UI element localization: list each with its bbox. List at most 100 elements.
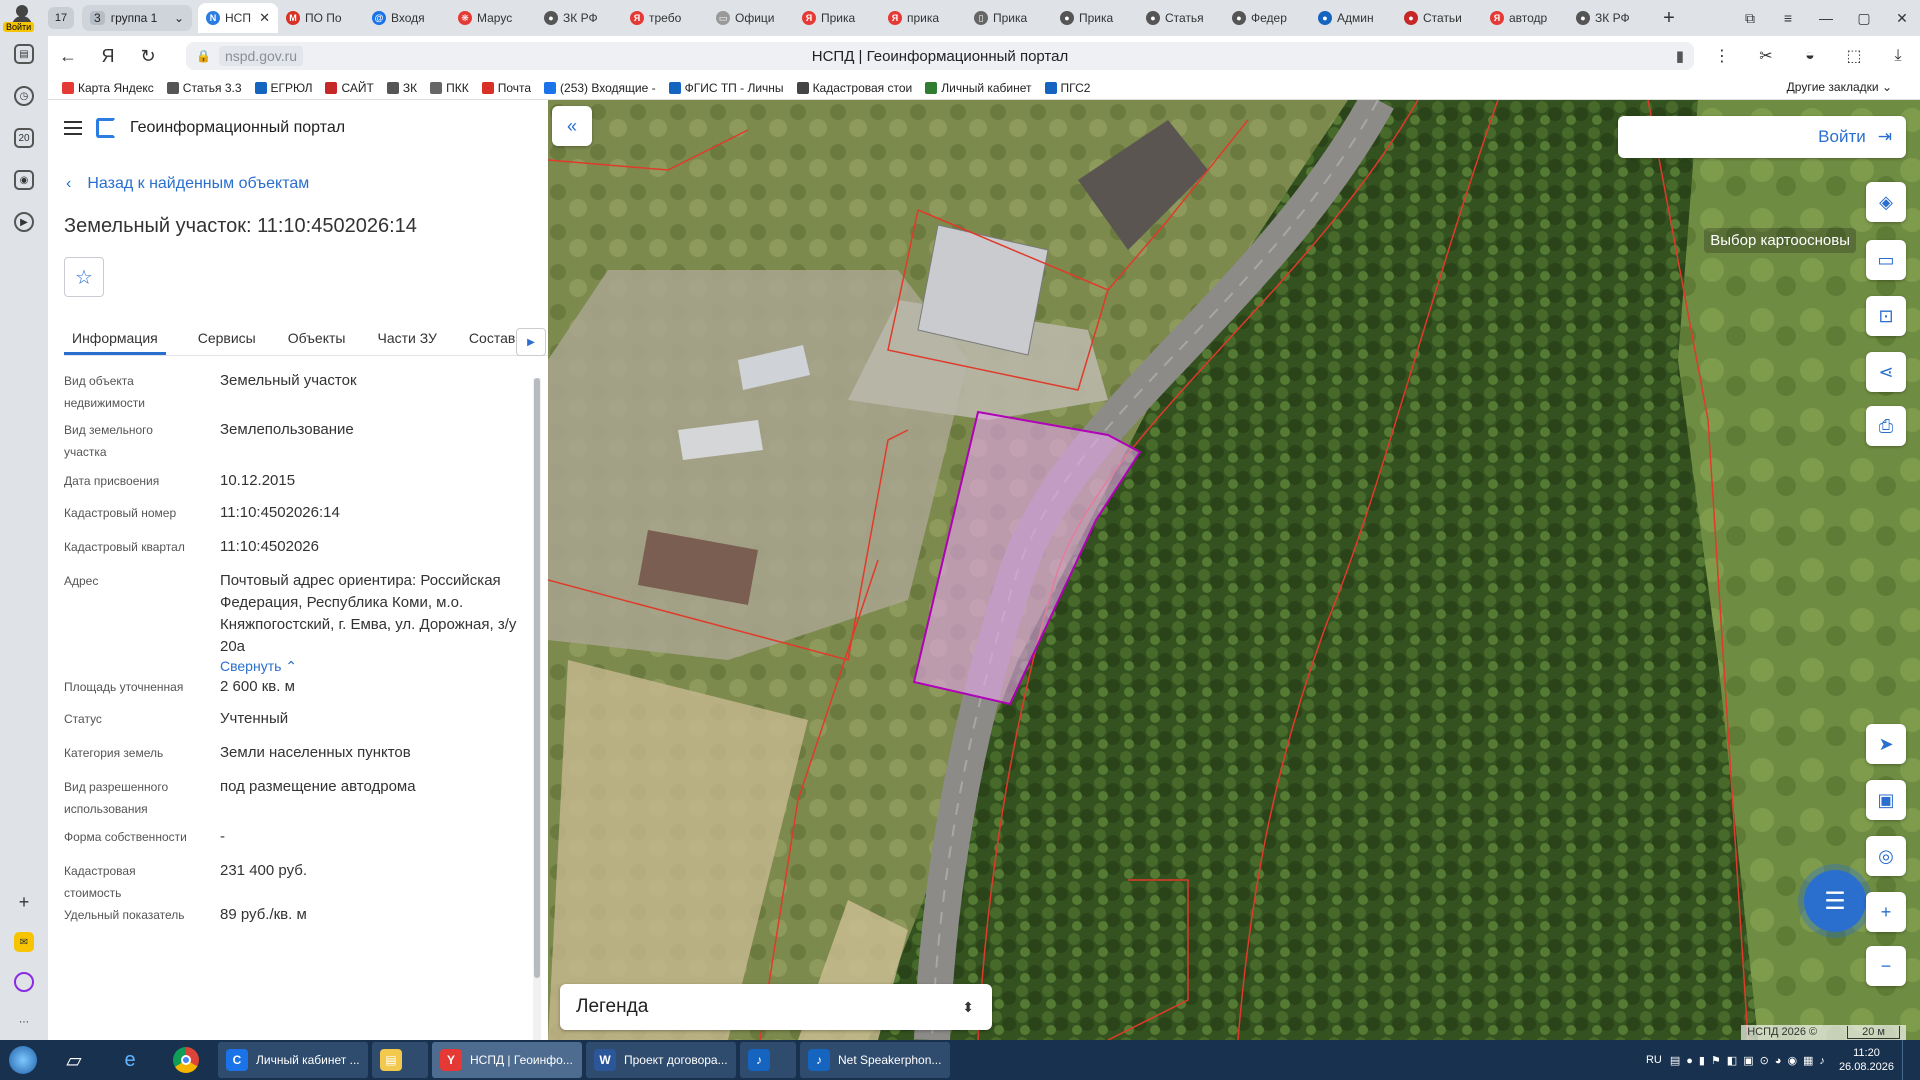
scrollbar-thumb[interactable] bbox=[534, 378, 540, 978]
legend-selector[interactable]: Легенда ⬍ bbox=[560, 984, 992, 1030]
browser-tab[interactable]: Яприка bbox=[880, 3, 966, 33]
browser-tab[interactable]: ● Статьи bbox=[1396, 3, 1482, 33]
browser-tab[interactable]: M ПО По bbox=[278, 3, 364, 33]
search-location-button[interactable]: ◎ bbox=[1866, 836, 1906, 876]
start-button[interactable] bbox=[0, 1040, 46, 1080]
bookmark-item[interactable]: САЙТ bbox=[325, 81, 374, 95]
tabs-menu-icon[interactable]: ⧉ bbox=[1732, 10, 1768, 27]
chrome-icon[interactable] bbox=[158, 1042, 214, 1078]
tab-4[interactable]: Состав bbox=[469, 318, 515, 355]
tab-close-icon[interactable]: ✕ bbox=[259, 10, 270, 26]
zoom-out-button[interactable]: − bbox=[1866, 946, 1906, 986]
url-text[interactable]: nspd.gov.ru bbox=[218, 46, 304, 66]
close-icon[interactable]: ✕ bbox=[1884, 10, 1920, 27]
tab-count-badge[interactable]: 17 bbox=[48, 7, 74, 29]
minimap-button[interactable]: ▣ bbox=[1866, 780, 1906, 820]
play-icon[interactable]: ▶ bbox=[14, 212, 34, 232]
bookmark-item[interactable]: ПГС2 bbox=[1044, 81, 1090, 95]
tab-1[interactable]: Сервисы bbox=[198, 318, 256, 355]
extension-icon[interactable]: ✂ bbox=[1744, 46, 1788, 66]
bookmark-item[interactable]: Статья 3.3 bbox=[166, 81, 242, 95]
show-desktop-corner[interactable] bbox=[1902, 1040, 1910, 1080]
browser-tab[interactable]: ● ЗК РФ bbox=[536, 3, 622, 33]
browser-tab[interactable]: Ятребо bbox=[622, 3, 708, 33]
tab-2[interactable]: Объекты bbox=[288, 318, 346, 355]
browser-tab[interactable]: ● Статья bbox=[1138, 3, 1224, 33]
alice-icon[interactable] bbox=[14, 972, 34, 992]
panel-scrollbar[interactable] bbox=[533, 378, 541, 1040]
favorite-star-button[interactable]: ☆ bbox=[64, 257, 104, 297]
select-area-button[interactable]: ⊡ bbox=[1866, 296, 1906, 336]
more-dots-icon[interactable]: ⋯ bbox=[14, 1012, 34, 1032]
add-icon[interactable]: + bbox=[14, 892, 34, 912]
taskbar-item[interactable]: ♪ Net Speakerphon... bbox=[800, 1042, 950, 1078]
back-to-results-link[interactable]: ‹ Назад к найденным объектам bbox=[66, 175, 309, 193]
menu-icon[interactable]: ≡ bbox=[1770, 10, 1806, 27]
collapse-panel-button[interactable]: « bbox=[552, 106, 592, 146]
browser-tab[interactable]: @ Входя bbox=[364, 3, 450, 33]
taskbar-item[interactable]: Y НСПД | Геоинфо... bbox=[432, 1042, 582, 1078]
bookmark-item[interactable]: ЗК bbox=[386, 81, 417, 95]
url-box[interactable]: 🔒 nspd.gov.ru НСПД | Геоинформационный п… bbox=[186, 42, 1694, 70]
bookmark-item[interactable]: (253) Входящие - bbox=[544, 81, 656, 95]
print-button[interactable]: ⎙ bbox=[1866, 406, 1906, 446]
reload-icon[interactable]: ↻ bbox=[128, 46, 168, 67]
browser-tab[interactable]: ▯ Прика bbox=[966, 3, 1052, 33]
chat-button[interactable]: ☰ bbox=[1804, 870, 1866, 932]
history-icon[interactable]: ◷ bbox=[14, 86, 34, 106]
browser-tab[interactable]: ● Федер bbox=[1224, 3, 1310, 33]
collections-icon[interactable]: ▤ bbox=[14, 44, 34, 64]
browser-tab[interactable]: ▭ Офици bbox=[708, 3, 794, 33]
bookmark-item[interactable]: ЕГРЮЛ bbox=[254, 81, 312, 95]
language-indicator[interactable]: RU bbox=[1646, 1054, 1662, 1066]
zoom-in-button[interactable]: + bbox=[1866, 892, 1906, 932]
sidebar-badge[interactable]: 20 bbox=[14, 128, 34, 148]
mail-icon[interactable]: ✉ bbox=[14, 932, 34, 952]
browser-tab[interactable]: ❋ Марус bbox=[450, 3, 536, 33]
browser-tab[interactable]: ● Админ bbox=[1310, 3, 1396, 33]
new-tab-button[interactable]: + bbox=[1654, 7, 1684, 30]
basemap-layers-button[interactable]: ◈ bbox=[1866, 182, 1906, 222]
maximize-icon[interactable]: ▢ bbox=[1846, 10, 1882, 27]
browser-tab[interactable]: N НСП ✕ bbox=[198, 3, 278, 33]
browser-tab[interactable]: Яавтодр bbox=[1482, 3, 1568, 33]
measure-button[interactable]: ▭ bbox=[1866, 240, 1906, 280]
map-view[interactable]: « Войти ⇥ ◈ Выбор картоосновы ▭ ⊡ ⋖ ⎙ ➤ … bbox=[548, 100, 1920, 1040]
browser-tab[interactable]: Я Прика bbox=[794, 3, 880, 33]
bookmark-item[interactable]: ПКК bbox=[430, 81, 469, 95]
tab-0[interactable]: Информация bbox=[64, 318, 166, 355]
more-icon[interactable]: ⋮ bbox=[1700, 46, 1744, 66]
tabs-scroll-right-button[interactable]: ▶ bbox=[516, 328, 546, 356]
taskbar-item[interactable]: W Проект договора... bbox=[586, 1042, 736, 1078]
collapse-link[interactable]: Свернуть ⌃ bbox=[220, 658, 297, 675]
taskbar-item[interactable]: ▤ bbox=[372, 1042, 428, 1078]
extensions-icon[interactable]: ⬚ bbox=[1832, 46, 1876, 66]
browser-tab[interactable]: ● Прика bbox=[1052, 3, 1138, 33]
show-desktop-icon[interactable]: ▱ bbox=[46, 1042, 102, 1078]
bookmark-item[interactable]: Карта Яндекс bbox=[62, 81, 154, 95]
screenshot-icon[interactable]: ◉ bbox=[14, 170, 34, 190]
profile-button[interactable]: Войти bbox=[0, 0, 48, 36]
share-button[interactable]: ⋖ bbox=[1866, 352, 1906, 392]
tray-icons[interactable]: ▤●▮⚑◧▣⊙◕◉▦♪ bbox=[1670, 1054, 1831, 1067]
bookmark-item[interactable]: Почта bbox=[481, 81, 531, 95]
bookmark-item[interactable]: ФГИС ТП - Личны bbox=[668, 81, 784, 95]
clock[interactable]: 11:20 26.08.2026 bbox=[1839, 1046, 1894, 1074]
download-icon[interactable]: ⤓ bbox=[1876, 47, 1920, 65]
extension-icon-2[interactable]: ◒ bbox=[1788, 47, 1832, 65]
hamburger-icon[interactable] bbox=[64, 121, 82, 135]
tab-3[interactable]: Части ЗУ bbox=[377, 318, 436, 355]
yandex-icon[interactable]: Я bbox=[88, 46, 128, 67]
login-button[interactable]: Войти ⇥ bbox=[1618, 116, 1906, 158]
locate-button[interactable]: ➤ bbox=[1866, 724, 1906, 764]
back-arrow-icon[interactable]: ← bbox=[48, 46, 88, 67]
tab-group[interactable]: 3 группа 1 ⌄ bbox=[82, 5, 192, 31]
ie-icon[interactable]: e bbox=[102, 1042, 158, 1078]
other-bookmarks[interactable]: Другие закладки ⌄ bbox=[1787, 80, 1892, 94]
bookmark-item[interactable]: Кадастровая стои bbox=[796, 81, 912, 95]
minimize-icon[interactable]: — bbox=[1808, 10, 1844, 27]
bookmark-icon[interactable]: ▮ bbox=[1676, 47, 1684, 65]
taskbar-item[interactable]: ♪ bbox=[740, 1042, 796, 1078]
bookmark-item[interactable]: Личный кабинет bbox=[925, 81, 1032, 95]
taskbar-item[interactable]: C Личный кабинет ... bbox=[218, 1042, 368, 1078]
